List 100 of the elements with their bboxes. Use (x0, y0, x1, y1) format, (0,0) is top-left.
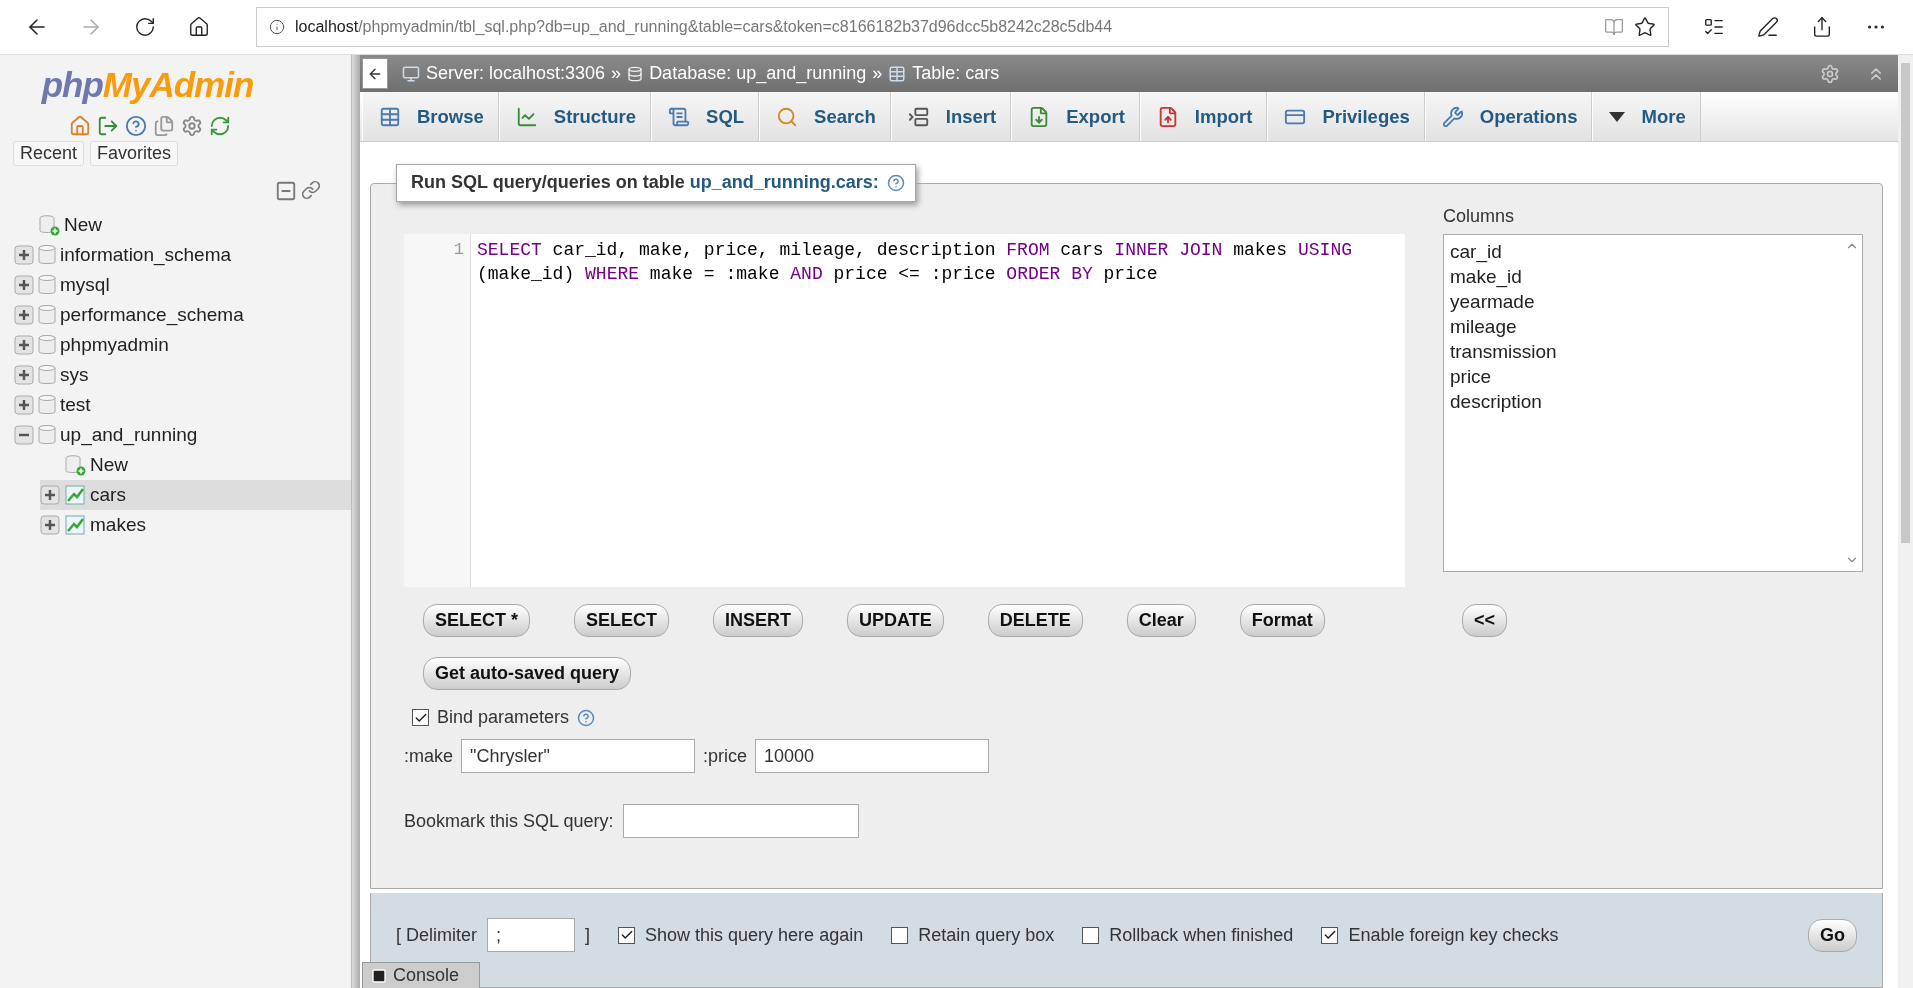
expand-icon[interactable] (14, 395, 34, 415)
tree-item[interactable]: cars (90, 484, 126, 506)
columns-label: Columns (1443, 206, 1516, 227)
parameter-input[interactable]: 10000 (755, 739, 990, 773)
tab[interactable]: SQL (651, 92, 760, 141)
parameter-label: :price (703, 745, 748, 767)
autosave-button[interactable]: Get auto-saved query (423, 657, 632, 690)
tree-item[interactable]: information_schema (60, 244, 232, 266)
refresh-icon[interactable] (134, 16, 156, 38)
bookmark-label: Bookmark this SQL query: (404, 810, 614, 832)
tree-item[interactable]: phpmyadmin (60, 334, 169, 356)
tab[interactable]: Search (759, 92, 891, 141)
share-icon[interactable] (1811, 16, 1833, 38)
parameter-label: :make (404, 745, 454, 767)
bookmark-input[interactable] (623, 804, 860, 838)
checkbox-label: Rollback when finished (1109, 924, 1294, 946)
column-option[interactable]: mileage (1450, 314, 1836, 339)
expand-icon[interactable] (14, 245, 34, 265)
query-template-button[interactable]: UPDATE (847, 604, 944, 637)
help-icon[interactable] (886, 173, 905, 192)
query-template-button[interactable]: SELECT * (423, 604, 530, 637)
table-chart-icon (64, 484, 86, 506)
tree-item[interactable]: sys (60, 364, 89, 386)
reload-icon[interactable] (208, 115, 231, 137)
breadcrumb-separator: » (611, 63, 622, 84)
parameter-input[interactable]: "Chrysler" (461, 739, 696, 773)
console-tab[interactable]: Console (362, 962, 480, 988)
tab[interactable]: Browse (362, 92, 499, 141)
insert-column-button[interactable]: << (1462, 604, 1508, 637)
expand-icon[interactable] (14, 335, 34, 355)
column-option[interactable]: yearmade (1450, 289, 1836, 314)
columns-list[interactable]: car_id make_id yearmade mileage transmission price description (1443, 234, 1863, 572)
phpmyadmin-logo[interactable]: phpMyAdmin (41, 65, 254, 105)
help-icon[interactable] (124, 115, 147, 137)
insert-icon (907, 105, 930, 128)
exit-icon[interactable] (96, 115, 119, 137)
query-template-button[interactable]: DELETE (987, 604, 1083, 637)
query-template-button[interactable]: INSERT (713, 604, 804, 637)
collapse-sidebar-button[interactable] (362, 58, 388, 89)
checkbox[interactable] (618, 926, 636, 944)
settings-icon[interactable] (180, 115, 203, 137)
link-icon[interactable] (301, 180, 321, 200)
breadcrumb-link[interactable]: Database: up_and_running (649, 63, 867, 84)
collapse-icon[interactable] (14, 425, 34, 445)
documents-icon[interactable] (152, 115, 175, 137)
tree-item[interactable]: mysql (60, 274, 110, 296)
quick-tab[interactable]: Recent (13, 141, 85, 166)
collapse-all-icon[interactable] (275, 180, 297, 202)
tab[interactable]: Privileges (1267, 92, 1425, 141)
scrollbar[interactable] (1898, 55, 1913, 988)
tab[interactable]: Structure (498, 92, 652, 141)
table-icon (888, 64, 907, 83)
tab[interactable]: More (1592, 92, 1701, 141)
expand-icon[interactable] (14, 365, 34, 385)
tree-item[interactable]: makes (90, 514, 146, 536)
checkbox[interactable] (891, 926, 909, 944)
column-option[interactable]: transmission (1450, 339, 1836, 364)
go-button[interactable]: Go (1808, 918, 1857, 952)
tab[interactable]: Import (1139, 92, 1268, 141)
tree-item[interactable]: New (64, 214, 102, 236)
address-bar[interactable]: localhost/phpmyadmin/tbl_sql.php?db=up_and_running&table=cars&token=c8166182b37d96dcc5b8242c28c5db44 (256, 7, 1669, 47)
expand-icon[interactable] (40, 485, 60, 505)
database-icon (38, 424, 56, 446)
table-link[interactable]: up_and_running.cars: (689, 172, 879, 192)
sql-editor[interactable]: 1 SELECT car_id, make, price, mileage, description FROM cars INNER JOIN makes USING (make_id) WHERE make = :make AND price <= :price ORDER BY price (404, 234, 1405, 587)
tree-item[interactable]: up_and_running (60, 424, 198, 446)
checkbox[interactable] (412, 709, 429, 726)
home-icon[interactable] (188, 16, 210, 38)
query-template-button[interactable]: SELECT (574, 604, 670, 637)
breadcrumb-link[interactable]: Table: cars (912, 63, 1000, 84)
checkbox[interactable] (1082, 926, 1100, 944)
help-icon[interactable] (577, 708, 596, 727)
pen-icon[interactable] (1757, 16, 1779, 38)
column-option[interactable]: car_id (1450, 239, 1836, 264)
tree-item[interactable]: test (60, 394, 91, 416)
quick-tab[interactable]: Favorites (90, 141, 179, 166)
book-icon[interactable] (1604, 17, 1624, 37)
query-template-button[interactable]: Format (1239, 604, 1325, 637)
tab[interactable]: Export (1011, 92, 1140, 141)
selected-tree-row[interactable]: cars (40, 480, 351, 510)
expand-icon[interactable] (14, 305, 34, 325)
new-item-icon (38, 214, 60, 236)
checkbox[interactable] (1321, 926, 1339, 944)
tab[interactable]: Insert (890, 92, 1012, 141)
wrench-icon (1441, 105, 1464, 128)
tab[interactable]: Operations (1424, 92, 1593, 141)
settings-icon[interactable] (1820, 63, 1840, 84)
column-option[interactable]: make_id (1450, 264, 1836, 289)
line-number: 1 (452, 240, 464, 259)
query-template-button[interactable]: Clear (1126, 604, 1196, 637)
column-option[interactable]: description (1450, 389, 1836, 414)
breadcrumb-link[interactable]: Server: localhost:3306 (426, 63, 606, 84)
star-icon[interactable] (1634, 16, 1656, 38)
expand-icon[interactable] (40, 515, 60, 535)
info-icon (269, 19, 285, 35)
tree-item[interactable]: performance_schema (60, 304, 244, 326)
tree-item[interactable]: New (90, 454, 128, 476)
column-option[interactable]: price (1450, 364, 1836, 389)
expand-icon[interactable] (14, 275, 34, 295)
delimiter-input[interactable]: ; (487, 918, 575, 952)
